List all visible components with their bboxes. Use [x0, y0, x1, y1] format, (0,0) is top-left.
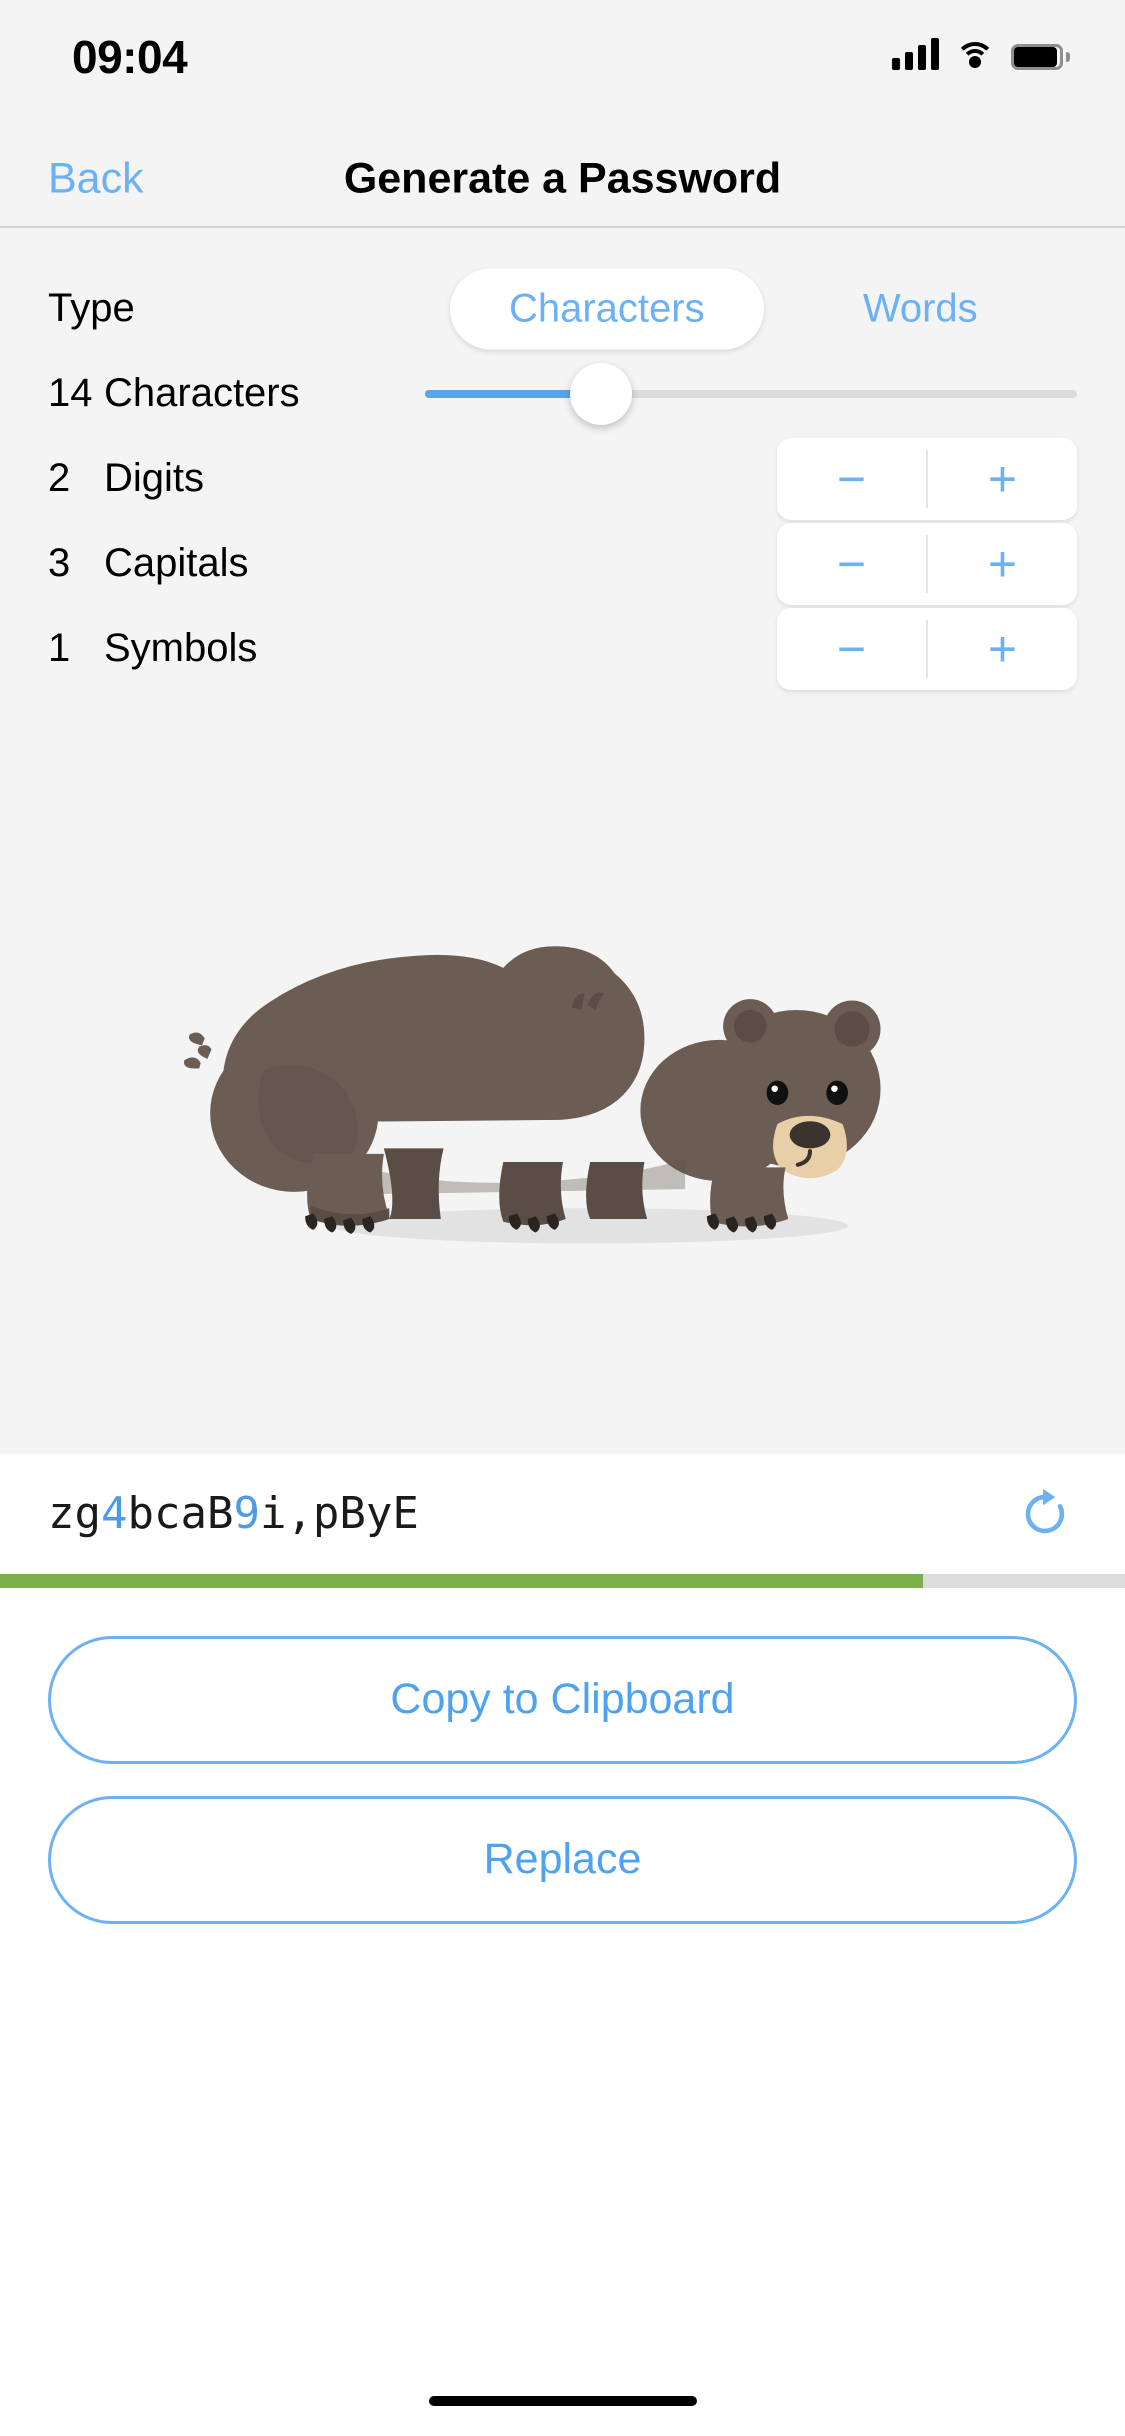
home-indicator-area	[0, 2366, 1125, 2436]
bear-illustration	[183, 946, 881, 1244]
wifi-icon	[955, 40, 995, 70]
settings-section: Type Characters Words 14 Characters 2 Di…	[0, 228, 1125, 691]
illustration-area	[0, 691, 1125, 1454]
status-bar: 09:04	[0, 0, 1125, 132]
type-row: Type Characters Words	[0, 266, 1125, 351]
digits-minus-button[interactable]: −	[777, 438, 926, 520]
capitals-plus-button[interactable]: +	[928, 523, 1077, 605]
refresh-icon	[1025, 1488, 1065, 1534]
copy-to-clipboard-button[interactable]: Copy to Clipboard	[48, 1635, 1077, 1764]
app-screen: 09:04 Back Generate a Password Type Char…	[0, 0, 1125, 2436]
segment-characters[interactable]: Characters	[450, 268, 764, 349]
symbols-plus-button[interactable]: +	[928, 608, 1077, 690]
password-row: zg4bcaB9i,pByE	[0, 1454, 1125, 1574]
digits-stepper[interactable]: − +	[777, 437, 1077, 520]
navigation-bar: Back Generate a Password	[0, 132, 1125, 228]
digits-row: 2 Digits − +	[0, 436, 1125, 521]
capitals-stepper[interactable]: − +	[777, 522, 1077, 605]
segment-words[interactable]: Words	[764, 268, 1078, 349]
home-indicator[interactable]	[428, 2396, 697, 2406]
capitals-value: 3	[48, 541, 71, 585]
length-label: Characters	[104, 371, 300, 415]
result-panel: zg4bcaB9i,pByE	[0, 1453, 1125, 1588]
symbols-minus-button[interactable]: −	[777, 608, 926, 690]
battery-icon	[1011, 44, 1070, 70]
password-strength-fill	[0, 1573, 923, 1588]
digits-label: Digits	[104, 456, 205, 500]
slider-thumb[interactable]	[570, 362, 633, 425]
actions-section: Copy to Clipboard Replace	[0, 1587, 1125, 1956]
type-label: Type	[48, 286, 135, 330]
page-title: Generate a Password	[343, 154, 782, 203]
refresh-button[interactable]	[1013, 1482, 1077, 1546]
status-time: 09:04	[72, 31, 188, 83]
length-value: 14	[48, 371, 93, 415]
digits-plus-button[interactable]: +	[928, 438, 1077, 520]
length-slider[interactable]	[425, 362, 1077, 425]
digits-value: 2	[48, 456, 71, 500]
length-row: 14 Characters	[0, 351, 1125, 436]
cellular-signal-icon	[892, 38, 939, 70]
password-strength-bar	[0, 1573, 1125, 1588]
bottom-spacer	[0, 1955, 1125, 2366]
status-icons	[892, 38, 1070, 70]
generated-password[interactable]: zg4bcaB9i,pByE	[48, 1488, 419, 1539]
capitals-row: 3 Capitals − +	[0, 521, 1125, 606]
type-segmented-control[interactable]: Characters Words	[450, 268, 1077, 349]
symbols-stepper[interactable]: − +	[777, 607, 1077, 690]
symbols-row: 1 Symbols − +	[0, 606, 1125, 691]
symbols-label: Symbols	[104, 626, 258, 670]
capitals-minus-button[interactable]: −	[777, 523, 926, 605]
replace-button[interactable]: Replace	[48, 1795, 1077, 1924]
capitals-label: Capitals	[104, 541, 249, 585]
symbols-value: 1	[48, 626, 71, 670]
